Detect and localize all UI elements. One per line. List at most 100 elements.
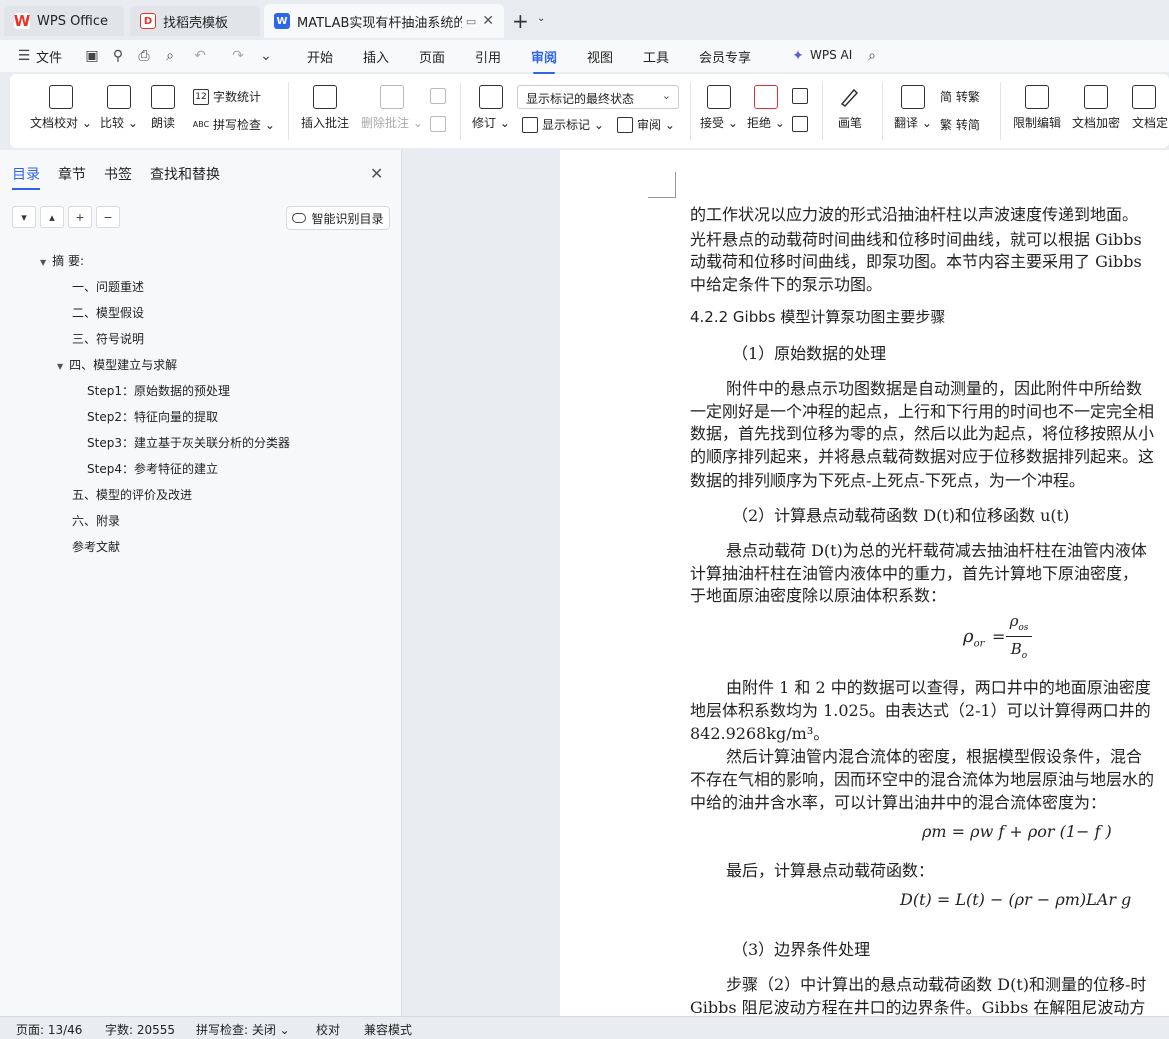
compare-button[interactable]: 比较 ⌄ — [100, 85, 138, 131]
toc-item[interactable]: ▼ 摘 要: — [40, 252, 84, 269]
nav-tab-chapter[interactable]: 章节 — [58, 164, 86, 184]
spell-check-button[interactable]: ABC 拼写检查 ⌄ — [193, 116, 275, 133]
to-simplified-button[interactable]: 繁 转简 — [940, 116, 980, 133]
spell-check-status[interactable]: 拼写检查: 关闭 ⌄ — [196, 1021, 290, 1038]
wps-logo-icon: W — [13, 12, 31, 30]
menu-start[interactable]: 开始 — [307, 47, 333, 66]
toc-item[interactable]: Step1：原始数据的预处理 — [87, 382, 230, 399]
encrypt-icon — [1084, 85, 1108, 109]
nav-tab-bookmark[interactable]: 书签 — [104, 164, 132, 184]
toc-item[interactable]: Step2：特征向量的提取 — [87, 408, 218, 425]
pen-button[interactable]: 画笔 — [838, 85, 862, 131]
remove-level-button[interactable]: − — [96, 206, 120, 228]
toc-item[interactable]: 二、模型假设 — [72, 304, 144, 321]
collapse-all-button[interactable]: ▴ — [40, 206, 64, 228]
reject-button[interactable]: 拒绝 ⌄ — [747, 85, 785, 131]
tab-document[interactable]: W MATLAB实现有杆抽油系统的诊 ▭ ✕ — [264, 4, 504, 38]
toc-item[interactable]: 五、模型的评价及改进 — [72, 486, 192, 503]
select-value: 显示标记的最终状态 — [526, 92, 635, 106]
section-heading: 4.2.2 Gibbs 模型计算泵功图主要步骤 — [690, 308, 946, 326]
toc-item[interactable]: 六、附录 — [72, 512, 120, 529]
menu-view[interactable]: 视图 — [587, 47, 613, 66]
prev-comment-button[interactable] — [430, 88, 450, 104]
next-comment-button[interactable] — [430, 116, 450, 132]
nav-tab-find-replace[interactable]: 查找和替换 — [150, 164, 220, 184]
close-tab-icon[interactable]: ✕ — [482, 13, 494, 29]
menu-member[interactable]: 会员专享 — [699, 47, 751, 66]
redo-icon[interactable]: ↷ — [230, 48, 246, 64]
hamburger-icon[interactable]: ☰ — [16, 48, 32, 64]
word-count-button[interactable]: 12 字数统计 — [193, 88, 261, 105]
encrypt-button[interactable]: 文档加密 — [1072, 85, 1120, 131]
toc-item[interactable]: 一、问题重述 — [72, 278, 144, 295]
accept-button[interactable]: 接受 ⌄ — [700, 85, 738, 131]
separator — [822, 82, 823, 140]
nav-tab-toc[interactable]: 目录 — [12, 164, 40, 190]
review-pane-button[interactable]: 审阅 ⌄ — [617, 116, 675, 133]
paragraph-line: 的工作状况以应力波的形式沿抽油杆柱以声波速度传递到地面。 — [690, 205, 1139, 224]
chevron-down-icon: ⌄ — [661, 89, 671, 102]
link-icon[interactable]: ⚲ — [110, 48, 126, 64]
delete-comment-button[interactable]: 删除批注 ⌄ — [361, 85, 423, 131]
menu-reference[interactable]: 引用 — [475, 47, 501, 66]
paragraph-line: 数据的排列顺序为下死点-上死点-下死点，为一个冲程。 — [690, 471, 1085, 490]
new-tab-icon[interactable]: + — [512, 9, 529, 33]
smart-toc-button[interactable]: 智能识别目录 — [286, 206, 390, 230]
translate-button[interactable]: 翻译 ⌄ — [894, 85, 932, 131]
search-icon[interactable]: ⌕ — [864, 48, 880, 64]
wps-ai-icon[interactable]: ✦ — [790, 48, 806, 64]
button-label: 文档校对 ⌄ — [30, 116, 92, 130]
menu-tools[interactable]: 工具 — [643, 47, 669, 66]
toc-item[interactable]: ▼ 四、模型建立与求解 — [57, 356, 177, 373]
tab-template[interactable]: D 找稻壳模板 — [130, 6, 260, 36]
doc-check-button[interactable]: 文档校对 ⌄ — [30, 85, 92, 131]
proofread-status[interactable]: 校对 — [316, 1021, 340, 1038]
compat-mode[interactable]: 兼容模式 — [364, 1021, 412, 1038]
lock-doc-icon — [1025, 85, 1049, 109]
collapse-arrow-icon[interactable]: ▼ — [40, 258, 46, 267]
monitor-icon[interactable]: ▭ — [466, 15, 476, 28]
button-label: 修订 ⌄ — [472, 116, 510, 130]
collapse-arrow-icon[interactable]: ▼ — [57, 362, 63, 371]
toc-item[interactable]: Step3：建立基于灰关联分析的分类器 — [87, 434, 290, 451]
insert-comment-button[interactable]: 插入批注 — [301, 85, 349, 131]
expand-all-button[interactable]: ▾ — [12, 206, 36, 228]
markup-state-select[interactable]: 显示标记的最终状态 ⌄ — [517, 85, 679, 109]
next-comment-icon — [430, 116, 446, 132]
tab-bar: W WPS Office D 找稻壳模板 W MATLAB实现有杆抽油系统的诊 … — [0, 0, 1169, 40]
paragraph-line: 数据，首先找到位移为零的点，然后以此为起点，将位移按照从小 — [690, 424, 1155, 443]
add-level-button[interactable]: + — [68, 206, 92, 228]
button-label: 比较 ⌄ — [100, 116, 138, 130]
tab-wps-office[interactable]: W WPS Office — [4, 6, 124, 36]
restrict-edit-button[interactable]: 限制编辑 — [1013, 85, 1061, 131]
menu-wps-ai[interactable]: WPS AI — [810, 48, 852, 62]
to-traditional-button[interactable]: 简 转繁 — [940, 88, 980, 105]
print-preview-icon[interactable]: ⌕ — [162, 48, 178, 64]
toc-item[interactable]: Step4：参考特征的建立 — [87, 460, 218, 477]
menu-file[interactable]: 文件 — [36, 47, 62, 66]
menu-page[interactable]: 页面 — [419, 47, 445, 66]
save-icon[interactable]: ▣ — [84, 48, 100, 64]
finalize-button[interactable]: 文档定 — [1132, 85, 1168, 131]
close-pane-icon[interactable]: ✕ — [370, 164, 383, 183]
page-indicator[interactable]: 页面: 13/46 — [16, 1021, 82, 1038]
prev-change-button[interactable] — [792, 88, 812, 104]
paragraph-line: 然后计算油管内混合流体的密度，根据模型假设条件，混合 — [726, 747, 1143, 766]
toc-item[interactable]: 参考文献 — [72, 538, 120, 555]
undo-icon[interactable]: ↶ — [192, 48, 208, 64]
paragraph-line: 842.9268kg/m³。 — [690, 724, 830, 743]
print-icon[interactable]: ⎙ — [136, 48, 152, 64]
comment-icon — [313, 85, 337, 109]
revise-icon — [478, 85, 503, 109]
eq-denominator: Bo — [1010, 640, 1028, 661]
chevron-down-icon[interactable]: ⌄ — [258, 48, 274, 64]
revise-button[interactable]: 修订 ⌄ — [472, 85, 510, 131]
read-aloud-button[interactable]: 朗读 — [151, 85, 175, 131]
menu-insert[interactable]: 插入 — [363, 47, 389, 66]
toc-item[interactable]: 三、符号说明 — [72, 330, 144, 347]
show-markup-button[interactable]: 显示标记 ⌄ — [522, 116, 604, 133]
menu-review[interactable]: 审阅 — [531, 47, 557, 74]
next-change-button[interactable] — [792, 116, 812, 132]
chevron-down-icon[interactable]: ⌄ — [537, 13, 545, 24]
word-count[interactable]: 字数: 20555 — [105, 1021, 175, 1038]
